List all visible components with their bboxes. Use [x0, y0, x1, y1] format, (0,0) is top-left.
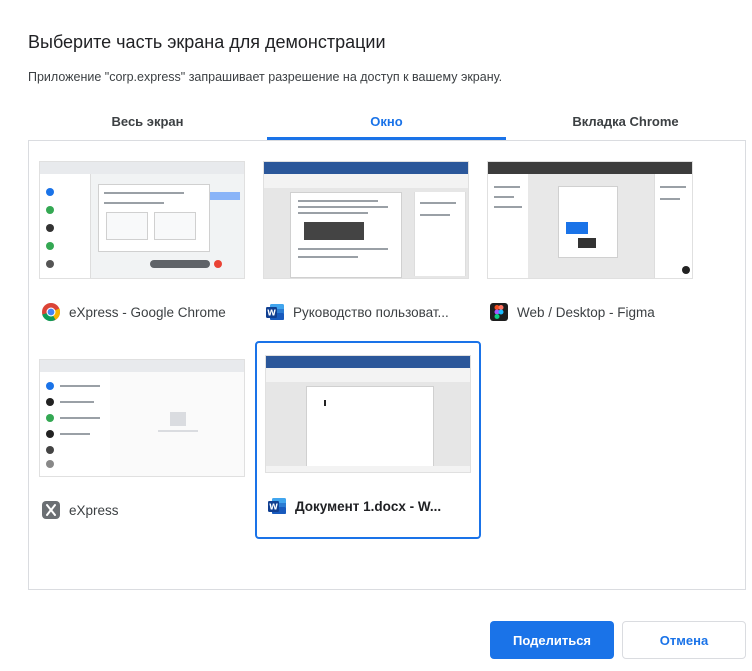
window-title: Документ 1.docx - W... [295, 498, 442, 514]
chrome-icon [42, 303, 61, 322]
window-title: Руководство пользоват... [293, 304, 449, 320]
window-tile-word-document[interactable]: W Документ 1.docx - W... [255, 341, 481, 539]
figma-icon [490, 303, 508, 321]
window-tile-express-chrome[interactable]: eXpress - Google Chrome [31, 149, 257, 347]
share-button[interactable]: Поделиться [490, 621, 614, 659]
window-tile-figma[interactable]: Web / Desktop - Figma [479, 149, 705, 347]
word-icon: W [266, 304, 284, 320]
screen-share-dialog: Выберите часть экрана для демонстрации П… [0, 0, 752, 671]
svg-text:W: W [267, 309, 276, 318]
window-thumbnail [487, 161, 693, 279]
window-tile-express[interactable]: eXpress [31, 347, 257, 545]
window-tile-word-manual[interactable]: W Руководство пользоват... [255, 149, 481, 347]
window-thumbnail [39, 161, 245, 279]
dialog-subtitle: Приложение "corp.express" запрашивает ра… [28, 70, 503, 84]
cancel-button[interactable]: Отмена [622, 621, 746, 659]
dialog-title: Выберите часть экрана для демонстрации [28, 32, 386, 52]
window-title: Web / Desktop - Figma [517, 304, 655, 320]
express-icon [42, 501, 60, 519]
tab-window[interactable]: Окно [267, 104, 506, 140]
word-icon: W [268, 498, 286, 514]
tab-chrome-tab[interactable]: Вкладка Chrome [506, 104, 745, 138]
tab-entire-screen[interactable]: Весь экран [28, 104, 267, 138]
window-title: eXpress [69, 502, 119, 518]
window-thumbnail [39, 359, 245, 477]
window-thumbnail [265, 355, 471, 473]
window-thumbnail [263, 161, 469, 279]
window-title: eXpress - Google Chrome [69, 304, 226, 320]
window-picker-panel: eXpress - Google Chrome W Руководство по… [28, 140, 746, 590]
svg-text:W: W [269, 503, 278, 512]
share-source-tabs: Весь экран Окно Вкладка Chrome [28, 104, 746, 140]
